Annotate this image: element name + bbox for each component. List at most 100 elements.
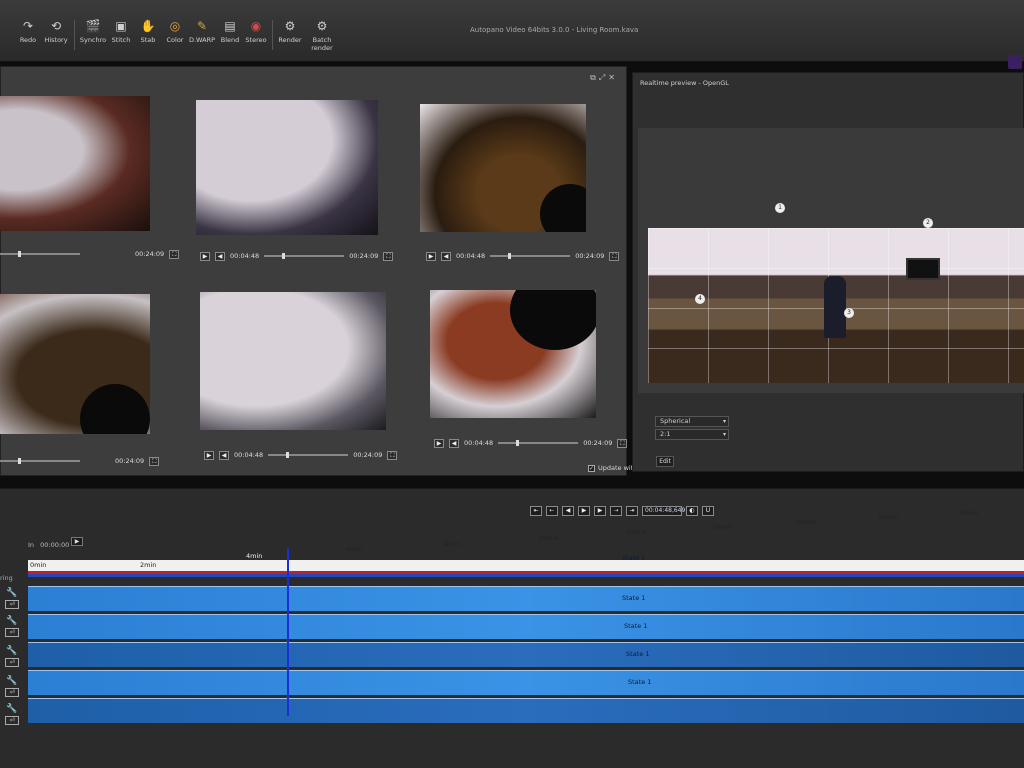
- clip-current-time: 00:04:48: [230, 252, 260, 260]
- play-icon[interactable]: ▶: [578, 506, 590, 516]
- chevron-down-icon: ▾: [722, 431, 726, 438]
- track-toggle-icon[interactable]: ⏎: [5, 600, 19, 609]
- track-toggle-icon[interactable]: ⏎: [5, 688, 19, 697]
- wrench-icon[interactable]: 🔧: [6, 646, 17, 656]
- marker-icon[interactable]: ◐: [686, 506, 698, 516]
- play-icon[interactable]: ▶: [204, 450, 214, 460]
- ruler-blue-strip: [28, 574, 1024, 577]
- chevron-down-icon: ▾: [722, 418, 726, 425]
- fullscreen-icon[interactable]: ⛶: [383, 251, 394, 261]
- ruler-tick-label: 16min: [796, 518, 817, 526]
- window-title: Autopano Video 64bits 3.0.0 - Living Roo…: [470, 26, 639, 34]
- track-toggle-icon[interactable]: ⏎: [5, 658, 19, 667]
- prev-keyframe-icon[interactable]: ⇠: [546, 506, 558, 516]
- wrench-icon[interactable]: 🔧: [6, 704, 17, 714]
- go-end-icon[interactable]: ⇥: [626, 506, 638, 516]
- ruler-tick-label: 6min: [346, 545, 363, 553]
- clip-scrubber[interactable]: [0, 458, 80, 464]
- brand-logo-icon: [1008, 55, 1022, 69]
- ruler-tick-label: 2min: [140, 561, 157, 569]
- timeline-track[interactable]: State 1: [28, 642, 1024, 667]
- next-keyframe-icon[interactable]: ⇢: [610, 506, 622, 516]
- video-thumbnail[interactable]: [0, 96, 150, 231]
- clip-current-time: 00:04:48: [234, 451, 264, 459]
- timeline-ruler[interactable]: 0min 2min 4min 6min 8min 10min 12min 14m…: [28, 509, 1024, 577]
- play-icon[interactable]: ▶: [426, 251, 436, 261]
- track-toggle-icon[interactable]: ⏎: [5, 628, 19, 637]
- clip-duration: 00:24:09: [115, 457, 145, 465]
- clip-scrubber[interactable]: [268, 452, 349, 458]
- projection-select[interactable]: Spherical ▾: [655, 416, 729, 427]
- state-label: State 1: [622, 594, 646, 602]
- state-label: State 1: [628, 678, 652, 686]
- timeline-track[interactable]: State 1: [28, 670, 1024, 695]
- preview-viewport[interactable]: 1 2 3 4: [638, 128, 1024, 393]
- clip-duration: 00:24:09: [575, 252, 605, 260]
- wrench-icon[interactable]: 🔧: [6, 616, 17, 626]
- play-icon[interactable]: ▶: [200, 251, 210, 261]
- redo-icon: ↷: [22, 19, 34, 33]
- play-icon[interactable]: ▶: [434, 438, 444, 448]
- go-start-icon[interactable]: ⇤: [530, 506, 542, 516]
- timeline-track[interactable]: [28, 698, 1024, 723]
- video-thumbnail[interactable]: [430, 290, 596, 418]
- ruler-tick-label: 0min: [30, 561, 47, 569]
- camera-marker[interactable]: 4: [695, 294, 705, 304]
- track-controls[interactable]: 🔧 ⏎: [3, 616, 21, 637]
- panel-window-controls[interactable]: ⧉⤢✕: [590, 73, 618, 83]
- video-thumbnail[interactable]: [196, 100, 378, 235]
- main-toolbar: Autopano Video 64bits 3.0.0 - Living Roo…: [0, 0, 1024, 69]
- fullscreen-icon[interactable]: ⛶: [617, 438, 628, 448]
- track-controls[interactable]: 🔧 ⏎: [3, 646, 21, 667]
- camera-marker[interactable]: 2: [923, 218, 933, 228]
- track-controls[interactable]: 🔧 ⏎: [3, 704, 21, 725]
- aspect-ratio-select[interactable]: 2:1 ▾: [655, 429, 729, 440]
- wrench-icon[interactable]: 🔧: [6, 588, 17, 598]
- fullscreen-icon[interactable]: ⛶: [387, 450, 398, 460]
- clip-scrubber[interactable]: [498, 440, 579, 446]
- volume-icon[interactable]: ◀: [449, 438, 459, 448]
- video-frame: [196, 100, 378, 235]
- checkbox-check-icon[interactable]: ✓: [588, 464, 595, 472]
- dwarp-icon: ✎: [196, 19, 208, 33]
- timeline-current-time[interactable]: 00:04:48,649: [642, 506, 685, 516]
- timeline-tracks[interactable]: State 1 State 1 State 1 State 1: [28, 578, 1024, 748]
- render-gear-icon: ⚙: [284, 19, 296, 33]
- fullscreen-icon[interactable]: ⛶: [609, 251, 620, 261]
- video-thumbnail[interactable]: [420, 104, 586, 232]
- close-icon[interactable]: ✕: [608, 73, 618, 82]
- edit-button[interactable]: Edit: [656, 456, 674, 467]
- timeline-track[interactable]: State 1: [28, 586, 1024, 611]
- clip-scrubber[interactable]: [0, 251, 80, 257]
- detach-icon[interactable]: ⧉: [590, 73, 599, 82]
- magnet-icon[interactable]: U: [702, 506, 714, 516]
- timeline-transport: ⇤ ⇠ ◀ ▶ ▶ ⇢ ⇥ 00:04:48,649 ◐ U: [530, 506, 714, 516]
- video-thumbnail[interactable]: [0, 294, 150, 434]
- track-controls[interactable]: 🔧 ⏎: [3, 676, 21, 697]
- panorama-image[interactable]: [648, 228, 1024, 383]
- fullscreen-icon[interactable]: ⛶: [169, 249, 180, 259]
- timeline-track[interactable]: State 1: [28, 614, 1024, 639]
- batch-render-gear-icon: ⚙: [316, 19, 328, 33]
- stereo-icon: ◉: [250, 19, 262, 33]
- volume-icon[interactable]: ◀: [215, 251, 225, 261]
- history-icon: ⟲: [50, 19, 62, 33]
- wrench-icon[interactable]: 🔧: [6, 676, 17, 686]
- fullscreen-icon[interactable]: ⛶: [149, 456, 160, 466]
- video-thumbnail[interactable]: [200, 292, 386, 430]
- step-back-icon[interactable]: ◀: [562, 506, 574, 516]
- history-button[interactable]: ⟲ History: [36, 19, 76, 45]
- timeline-playhead[interactable]: [287, 548, 289, 716]
- volume-icon[interactable]: ◀: [441, 251, 451, 261]
- clip-scrubber[interactable]: [264, 253, 345, 259]
- clip-scrubber[interactable]: [490, 253, 571, 259]
- camera-marker[interactable]: 1: [775, 203, 785, 213]
- batch-render-button[interactable]: ⚙ Batch render: [302, 19, 342, 53]
- color-icon: ◎: [169, 19, 181, 33]
- track-toggle-icon[interactable]: ⏎: [5, 716, 19, 725]
- volume-icon[interactable]: ◀: [219, 450, 229, 460]
- track-controls[interactable]: 🔧 ⏎: [3, 588, 21, 609]
- maximize-icon[interactable]: ⤢: [599, 73, 608, 82]
- step-forward-icon[interactable]: ▶: [594, 506, 606, 516]
- camera-marker[interactable]: 3: [844, 308, 854, 318]
